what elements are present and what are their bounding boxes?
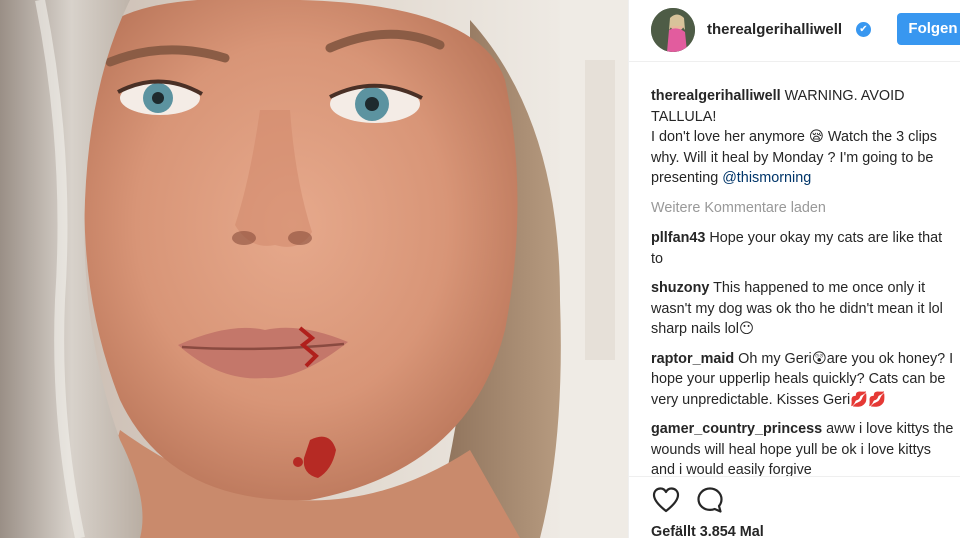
heart-icon[interactable] [651,485,681,515]
verified-badge-icon: ✔ [856,22,871,37]
comment-username[interactable]: raptor_maid [651,351,734,367]
comment-list: therealgerihalliwell WARNING. AVOID TALL… [651,86,957,490]
post-actions-bar: Gefällt 3.854 Mal [629,476,960,538]
comment-username[interactable]: gamer_country_princess [651,421,822,437]
likes-count[interactable]: Gefällt 3.854 Mal [651,524,764,538]
comment-username[interactable]: pllfan43 [651,230,705,246]
caption-username[interactable]: therealgerihalliwell [651,88,781,104]
list-item: gamer_country_princess aww i love kittys… [651,419,957,481]
post-sidebar: therealgerihalliwell ✔ Folgen therealger… [628,0,960,538]
avatar-image [651,8,695,52]
selfie-illustration [0,0,628,538]
post-header: therealgerihalliwell ✔ Folgen [629,0,960,62]
load-more-comments-link[interactable]: Weitere Kommentare laden [651,198,957,219]
avatar[interactable] [651,8,695,52]
divider [629,476,960,477]
list-item: pllfan43 Hope your okay my cats are like… [651,228,957,269]
comment-bubble-icon[interactable] [695,485,725,515]
list-item: shuzony This happened to me once only it… [651,278,957,340]
post-author-username[interactable]: therealgerihalliwell [707,21,842,38]
list-item: raptor_maid Oh my Geri😲are you ok honey?… [651,349,957,411]
comment-username[interactable]: shuzony [651,280,709,296]
post-photo[interactable] [0,0,628,538]
instagram-post-view: therealgerihalliwell ✔ Folgen therealger… [0,0,960,538]
caption: therealgerihalliwell WARNING. AVOID TALL… [651,86,957,189]
follow-button[interactable]: Folgen [897,13,960,45]
caption-mention-link[interactable]: @thismorning [722,170,811,186]
